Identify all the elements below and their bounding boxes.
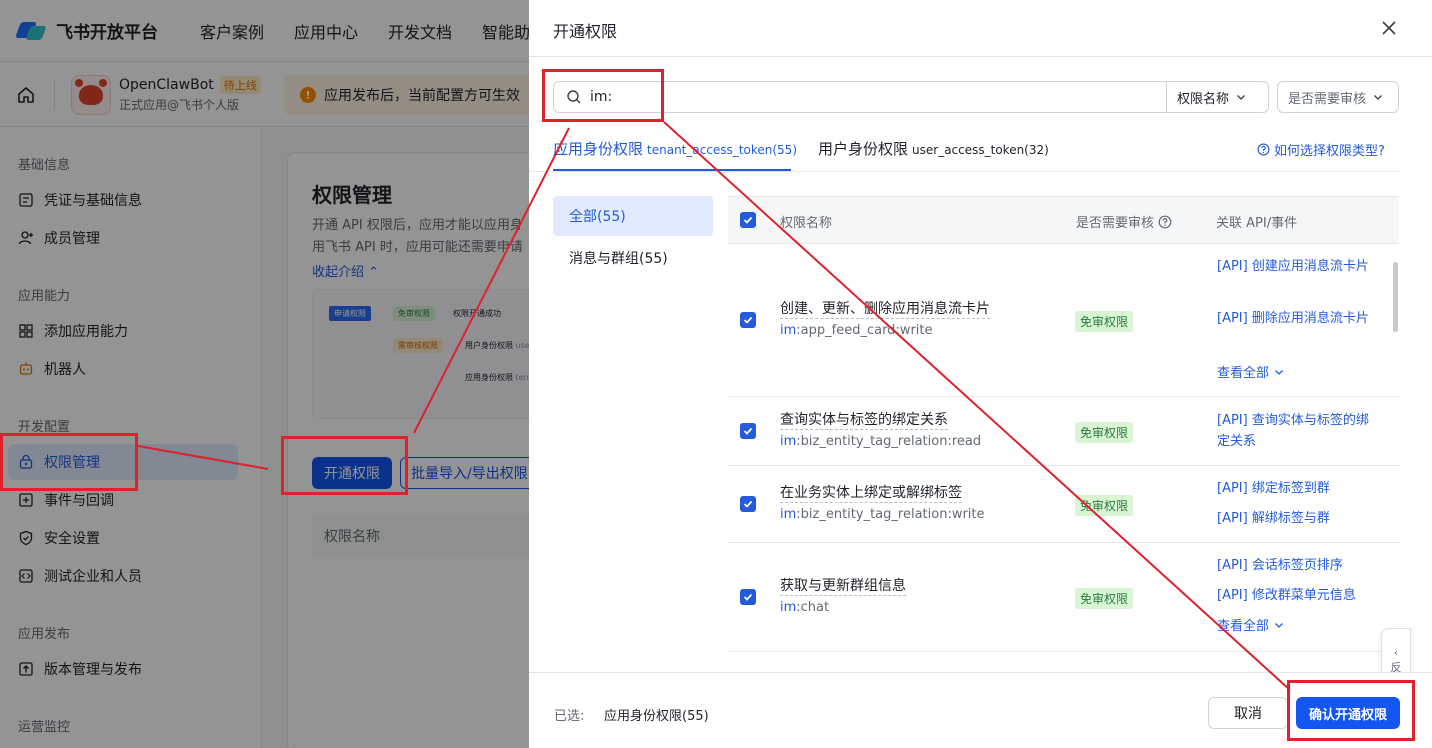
permission-code-prefix: im	[780, 507, 797, 522]
check-icon	[743, 427, 753, 435]
permission-name: 查询实体与标签的绑定关系	[780, 412, 948, 430]
column-header-name: 权限名称	[780, 216, 833, 231]
active-tab-indicator	[553, 169, 791, 171]
chevron-down-icon	[1374, 95, 1382, 100]
free-review-badge: 免审权限	[1075, 422, 1134, 443]
divider	[529, 56, 1432, 57]
view-all-label: 查看全部	[1217, 366, 1270, 381]
chevron-left-icon: ‹	[1393, 645, 1399, 659]
search-icon	[567, 90, 581, 104]
search-field-select[interactable]: 权限名称	[1166, 82, 1268, 112]
selected-value: 应用身份权限(55)	[604, 709, 709, 724]
permission-code-prefix: im	[780, 600, 797, 615]
drawer-title: 开通权限	[553, 22, 618, 41]
permission-code: im:chat	[780, 600, 829, 615]
search-input[interactable]	[590, 89, 1150, 105]
api-link[interactable]: [API] 绑定标签到群	[1217, 478, 1377, 499]
api-link[interactable]: [API] 创建应用消息流卡片	[1217, 256, 1377, 277]
open-permission-drawer: 开通权限 权限名称 是否需要审核 应用身份权限 tenant_access_to…	[529, 0, 1432, 748]
help-link-label: 如何选择权限类型?	[1274, 144, 1385, 159]
permission-search-box: 权限名称	[553, 81, 1269, 113]
permission-code-prefix: im	[780, 323, 797, 338]
category-messaging[interactable]: 消息与群组(55)	[553, 238, 713, 278]
tab-token: user_access_token(32)	[912, 143, 1049, 157]
permission-code-rest: :biz_entity_tag_relation:write	[796, 507, 985, 522]
check-icon	[743, 216, 753, 224]
permission-code: im:app_feed_card:write	[780, 323, 933, 338]
review-filter-select[interactable]: 是否需要审核	[1277, 81, 1399, 113]
help-circle-icon[interactable]	[1158, 215, 1172, 229]
tab-token: tenant_access_token(55)	[647, 143, 797, 157]
cancel-button[interactable]: 取消	[1208, 697, 1288, 729]
select-all-checkbox[interactable]	[740, 212, 756, 228]
api-link[interactable]: [API] 查询实体与标签的绑定关系	[1217, 410, 1377, 452]
permission-name: 在业务实体上绑定或解绑标签	[780, 485, 962, 503]
category-all[interactable]: 全部(55)	[553, 196, 713, 236]
tab-user-permission[interactable]: 用户身份权限 user_access_token(32)	[818, 138, 1049, 159]
free-review-badge: 免审权限	[1075, 588, 1134, 609]
api-link[interactable]: [API] 删除应用消息流卡片	[1217, 308, 1377, 329]
permission-type-help-link[interactable]: 如何选择权限类型?	[1257, 140, 1385, 159]
permission-code-rest: :chat	[796, 600, 830, 615]
column-header-review: 是否需要审核	[1076, 212, 1172, 231]
help-circle-icon	[1257, 143, 1270, 156]
row-checkbox[interactable]	[740, 312, 756, 328]
column-header-api: 关联 API/事件	[1216, 216, 1298, 231]
view-all-link[interactable]: 查看全部	[1217, 615, 1285, 634]
api-link[interactable]: [API] 解绑标签与群	[1217, 508, 1377, 529]
table-row: 获取与更新群组信息 im:chat 免审权限 [API] 会话标签页排序 [AP…	[728, 543, 1399, 652]
tab-label: 应用身份权限	[553, 140, 644, 158]
table-row: 在业务实体上绑定或解绑标签 im:biz_entity_tag_relation…	[728, 466, 1399, 543]
permission-name: 创建、更新、删除应用消息流卡片	[780, 301, 990, 319]
check-icon	[743, 316, 753, 324]
selected-label: 已选:	[554, 709, 585, 724]
chevron-down-icon	[1237, 95, 1245, 100]
review-filter-label: 是否需要审核	[1288, 91, 1367, 107]
table-header: 权限名称 是否需要审核 关联 API/事件	[728, 196, 1399, 244]
permission-code-prefix: im	[780, 434, 797, 449]
free-review-badge: 免审权限	[1075, 311, 1134, 332]
permission-category-list: 全部(55) 消息与群组(55)	[553, 196, 713, 280]
column-header-review-label: 是否需要审核	[1076, 216, 1155, 231]
table-row: 查询实体与标签的绑定关系 im:biz_entity_tag_relation:…	[728, 397, 1399, 466]
permission-code: im:biz_entity_tag_relation:read	[780, 434, 981, 449]
drawer-footer: 已选: 应用身份权限(55) 取消 确认开通权限	[529, 672, 1432, 748]
row-checkbox[interactable]	[740, 496, 756, 512]
tab-tenant-permission[interactable]: 应用身份权限 tenant_access_token(55)	[553, 138, 797, 159]
check-icon	[743, 593, 753, 601]
permission-code-rest: :biz_entity_tag_relation:read	[796, 434, 982, 449]
api-link[interactable]: [API] 修改群菜单元信息	[1217, 585, 1377, 606]
check-icon	[743, 500, 753, 508]
search-field-select-label: 权限名称	[1177, 91, 1230, 107]
permission-name: 获取与更新群组信息	[780, 578, 906, 596]
permission-type-tabs: 应用身份权限 tenant_access_token(55) 用户身份权限 us…	[529, 130, 1399, 172]
permission-code: im:biz_entity_tag_relation:write	[780, 507, 985, 522]
permission-table: 权限名称 是否需要审核 关联 API/事件 创建、更新、删除应用消息流卡片 im…	[728, 196, 1399, 672]
chevron-down-icon	[1275, 622, 1283, 628]
api-link[interactable]: [API] 会话标签页排序	[1217, 555, 1377, 576]
free-review-badge: 免审权限	[1075, 495, 1134, 516]
close-icon[interactable]	[1377, 16, 1401, 40]
row-checkbox[interactable]	[740, 423, 756, 439]
modal-backdrop[interactable]	[0, 0, 529, 748]
table-scrollbar[interactable]	[1393, 262, 1398, 332]
chevron-down-icon	[1275, 369, 1283, 375]
view-all-link[interactable]: 查看全部	[1217, 362, 1285, 381]
confirm-open-permission-button[interactable]: 确认开通权限	[1296, 697, 1400, 729]
permission-code-rest: :app_feed_card:write	[796, 323, 933, 338]
view-all-label: 查看全部	[1217, 619, 1270, 634]
table-row: 创建、更新、删除应用消息流卡片 im:app_feed_card:write 免…	[728, 244, 1399, 397]
row-checkbox[interactable]	[740, 589, 756, 605]
tab-label: 用户身份权限	[818, 140, 909, 158]
